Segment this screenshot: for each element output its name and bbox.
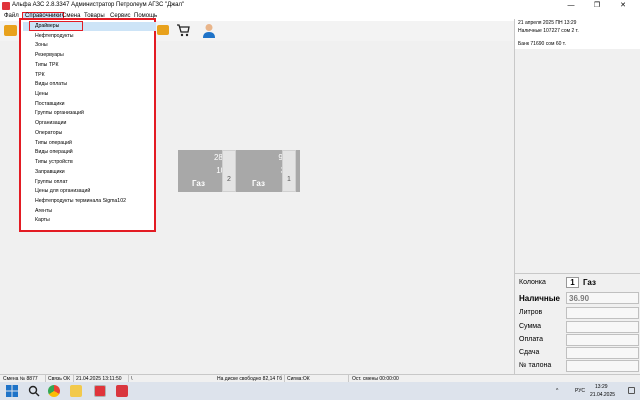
dropdown-item[interactable]: Операторы bbox=[35, 130, 62, 136]
window-title: Альфа АЗС 2.8.3347 Администратор Петроле… bbox=[12, 2, 185, 8]
dropdown-item[interactable]: Типы устройств bbox=[35, 159, 73, 165]
tank-icon[interactable] bbox=[157, 25, 169, 35]
dropdown-item[interactable]: Типы ТРК bbox=[35, 62, 58, 68]
title-bar: Альфа АЗС 2.8.3347 Администратор Петроле… bbox=[0, 0, 640, 12]
oplata-field[interactable] bbox=[566, 334, 639, 346]
cart-icon[interactable] bbox=[176, 23, 190, 37]
dropdown-item[interactable]: Нефтепродукты bbox=[35, 33, 74, 39]
dropdown-item[interactable]: Группы оплат bbox=[35, 179, 68, 185]
dropdown-item[interactable]: Поставщики bbox=[35, 101, 65, 107]
dropdown-item[interactable]: Драйверы bbox=[35, 23, 59, 29]
pump-fuel: Газ bbox=[252, 179, 265, 188]
right-panel bbox=[514, 49, 640, 273]
dropdown-item[interactable]: Заправщики bbox=[35, 169, 65, 175]
user-icon[interactable] bbox=[202, 23, 216, 38]
dropdown-item[interactable]: Резервуары bbox=[35, 52, 64, 58]
menu-file[interactable]: Файл bbox=[4, 13, 19, 19]
dropdown-item[interactable]: Зоны bbox=[35, 42, 48, 48]
cash-total: Наличные 107227 сом 2 т. bbox=[518, 28, 579, 34]
bank-total: Банк 71690 сом 60 т. bbox=[518, 41, 566, 47]
clock-date[interactable]: 21.04.2025 bbox=[590, 392, 615, 398]
kolonka-fuel: Газ bbox=[583, 278, 596, 287]
maximize-button[interactable]: ❐ bbox=[584, 0, 610, 12]
pump-fuel: Газ bbox=[192, 179, 205, 188]
dropdown-item[interactable]: Виды оплаты bbox=[35, 81, 67, 87]
dropdown-item[interactable]: Группы организаций bbox=[35, 110, 84, 116]
litrov-field[interactable] bbox=[566, 307, 639, 319]
tray-chevron-icon[interactable]: ^ bbox=[556, 388, 558, 394]
dropdown-item[interactable]: Организации bbox=[35, 120, 66, 126]
status-bar: Смена № 8877 Связь ОК 21.04.2025 13:11:5… bbox=[0, 374, 640, 383]
dropdown-item[interactable]: Цены для организаций bbox=[35, 188, 90, 194]
payment-form: Колонка 1 Газ Наличные 36.90 Литров Сумм… bbox=[514, 273, 640, 374]
dropdown-item[interactable]: Карты bbox=[35, 217, 50, 223]
nalichnye-field[interactable]: 36.90 bbox=[566, 292, 639, 304]
dropdown-item[interactable]: Нефтепродукты терминала Sigma102 bbox=[35, 198, 126, 204]
summa-label: Сумма bbox=[519, 323, 541, 330]
pump-1-number[interactable]: 1 bbox=[282, 150, 296, 192]
dropdown-item[interactable]: ТРК bbox=[35, 72, 45, 78]
minimize-button[interactable]: — bbox=[558, 0, 584, 12]
search-icon[interactable] bbox=[28, 385, 40, 397]
alfa-azs-icon[interactable] bbox=[94, 385, 106, 397]
notification-icon[interactable] bbox=[628, 387, 635, 394]
taskbar: ^ РУС 13:29 21.04.2025 bbox=[0, 382, 640, 400]
dropdown-item[interactable]: Агенты bbox=[35, 208, 52, 214]
close-button[interactable]: ✕ bbox=[610, 0, 636, 12]
dropdown-item[interactable]: Цены bbox=[35, 91, 48, 97]
summa-field[interactable] bbox=[566, 321, 639, 333]
windows-start-icon[interactable] bbox=[6, 385, 18, 397]
app-icon bbox=[2, 2, 10, 10]
chrome-icon[interactable] bbox=[48, 385, 60, 397]
datetime-label: 21 апреля 2025 ПН 13:29 bbox=[518, 20, 577, 26]
oplata-label: Оплата bbox=[519, 336, 544, 343]
kolonka-label: Колонка bbox=[519, 279, 546, 286]
fuel-icon[interactable] bbox=[4, 25, 17, 36]
litrov-label: Литров bbox=[519, 309, 543, 316]
anydesk-icon[interactable] bbox=[116, 385, 128, 397]
info-panel: 21 апреля 2025 ПН 13:29 Наличные 107227 … bbox=[514, 19, 640, 49]
language-indicator[interactable]: РУС bbox=[575, 388, 585, 394]
dropdown-item[interactable]: Типы операций bbox=[35, 140, 72, 146]
dropdown-item[interactable]: Виды операций bbox=[35, 149, 73, 155]
clock-time[interactable]: 13:29 bbox=[595, 384, 608, 390]
pump-2-number[interactable]: 2 bbox=[222, 150, 236, 192]
talon-label: № талона bbox=[519, 362, 552, 369]
talon-field[interactable] bbox=[566, 360, 639, 372]
references-dropdown: Драйверы Нефтепродукты Зоны Резервуары Типы … bbox=[19, 18, 156, 232]
file-explorer-icon[interactable] bbox=[70, 385, 82, 397]
nalichnye-label: Наличные bbox=[519, 294, 560, 303]
sdacha-label: Сдача bbox=[519, 349, 540, 356]
sdacha-field[interactable] bbox=[566, 347, 639, 359]
kolonka-field[interactable]: 1 bbox=[566, 277, 579, 288]
